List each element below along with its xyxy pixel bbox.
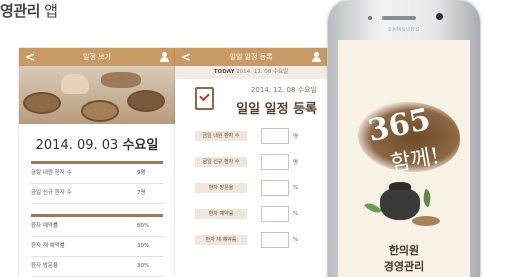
app-name-line1: 한의원	[388, 244, 420, 257]
leaf-icon	[419, 188, 435, 208]
register-header: 2014. 12. 08 수요일 일일 일정 등록	[175, 79, 327, 123]
stat-row: 금일 내원 환자 수 9명	[31, 164, 163, 184]
stat-value: 7명	[137, 190, 146, 196]
today-label: TODAY	[213, 69, 235, 75]
number-input[interactable]	[261, 206, 289, 222]
stat-value: 80%	[137, 223, 150, 229]
register-date: 2014. 12. 08 수요일	[250, 86, 317, 94]
form-row: 금일 내원 환자 수 명	[195, 123, 307, 149]
field-unit: %	[293, 237, 299, 243]
title-bar: < 일정 보기	[19, 48, 175, 66]
heading-suffix: 앱	[39, 2, 58, 20]
today-value: 2014. 12. 08 수요일	[236, 69, 289, 75]
stat-row: 금일 신규 환자 수 7명	[31, 184, 163, 204]
heading-bold: 영관리	[0, 2, 40, 20]
daily-schedule-register-screen: < 일일 일정 등록 TODAY 2014. 12. 08 수요일 2014. …	[175, 48, 327, 277]
rate-stats: 환자 예약률 80% 환자 재 예약률 30% 환자 방문율 30%	[19, 217, 175, 277]
app-splash-screen: 365 함께! 한의원 경영관리	[338, 40, 470, 277]
stat-value: 30%	[137, 263, 150, 269]
page-heading: 영관리 앱	[0, 0, 58, 21]
speaker-grille	[382, 16, 416, 20]
front-camera-icon	[436, 13, 443, 20]
stat-row: 환자 재 예약률 30%	[31, 237, 163, 257]
app-name-line2: 경영관리	[383, 260, 425, 273]
stat-label: 환자 방문율	[31, 263, 59, 269]
stat-label: 금일 내원 환자 수	[31, 170, 72, 176]
phone-brand: SAMSUNG	[388, 27, 421, 33]
date-text: 2014. 09. 03	[35, 138, 119, 153]
number-input[interactable]	[261, 154, 289, 170]
splash-slogan: 함께!	[388, 143, 442, 178]
field-unit: %	[293, 185, 299, 191]
stat-value: 30%	[137, 243, 150, 249]
form-row: 환자 방문율%	[195, 175, 307, 201]
screen-title: 일정 보기	[83, 53, 111, 61]
field-label: 금일 내원 환자 수	[195, 131, 247, 141]
stat-label: 환자 재 예약률	[31, 243, 65, 249]
stat-label: 금일 신규 환자 수	[31, 190, 72, 196]
register-title: 일일 일정 등록	[236, 102, 317, 117]
sensor-icon	[368, 16, 372, 20]
schedule-date: 2014. 09. 03 수요일	[19, 134, 175, 153]
smartphone: SAMSUNG 365 함께! 한의원 경영관리	[328, 0, 480, 277]
ginseng-root-icon	[412, 216, 440, 226]
form-row: 환자 재 예약률%	[195, 227, 307, 253]
stat-row: 환자 방문율 30%	[31, 257, 163, 277]
title-bar: < 일일 일정 등록	[175, 48, 327, 66]
user-icon[interactable]	[160, 52, 169, 62]
input-form: 금일 내원 환자 수 명 금일 신규 환자 수 명 환자 방문율% 환자 예약률% 환자 재…	[175, 123, 327, 253]
number-input[interactable]	[261, 232, 289, 248]
stat-value: 9명	[137, 170, 146, 176]
stat-row: 환자 예약률 80%	[31, 217, 163, 237]
form-row: 환자 예약률%	[195, 201, 307, 227]
field-unit: %	[293, 211, 299, 217]
number-input[interactable]	[261, 128, 289, 144]
stat-label: 환자 예약률	[31, 223, 59, 229]
field-label: 환자 방문율	[195, 183, 247, 193]
app-name: 한의원 경영관리	[338, 243, 470, 275]
user-icon[interactable]	[312, 52, 321, 62]
visit-stats: 금일 내원 환자 수 9명금일 신규 환자 수 7명	[19, 164, 175, 204]
field-label: 환자 재 예약률	[195, 235, 247, 245]
field-unit: 명	[293, 160, 299, 166]
back-button[interactable]: <	[25, 48, 35, 66]
herbal-pot-icon	[380, 182, 420, 220]
field-label: 금일 신규 환자 수	[195, 157, 247, 167]
weekday-text: 수요일	[122, 138, 159, 153]
today-strip: TODAY 2014. 12. 08 수요일	[175, 66, 327, 79]
number-input[interactable]	[261, 180, 289, 196]
field-label: 환자 예약률	[195, 209, 247, 219]
schedule-view-screen: < 일정 보기 2014. 09. 03 수요일 금일 내원 환자 수 9명 금일 …	[19, 48, 175, 277]
field-unit: 명	[293, 134, 299, 140]
screen-title: 일일 일정 등록	[229, 53, 273, 61]
back-button[interactable]: <	[181, 48, 191, 66]
herbal-medicine-photo	[19, 66, 175, 124]
form-row: 금일 신규 환자 수 명	[195, 149, 307, 175]
